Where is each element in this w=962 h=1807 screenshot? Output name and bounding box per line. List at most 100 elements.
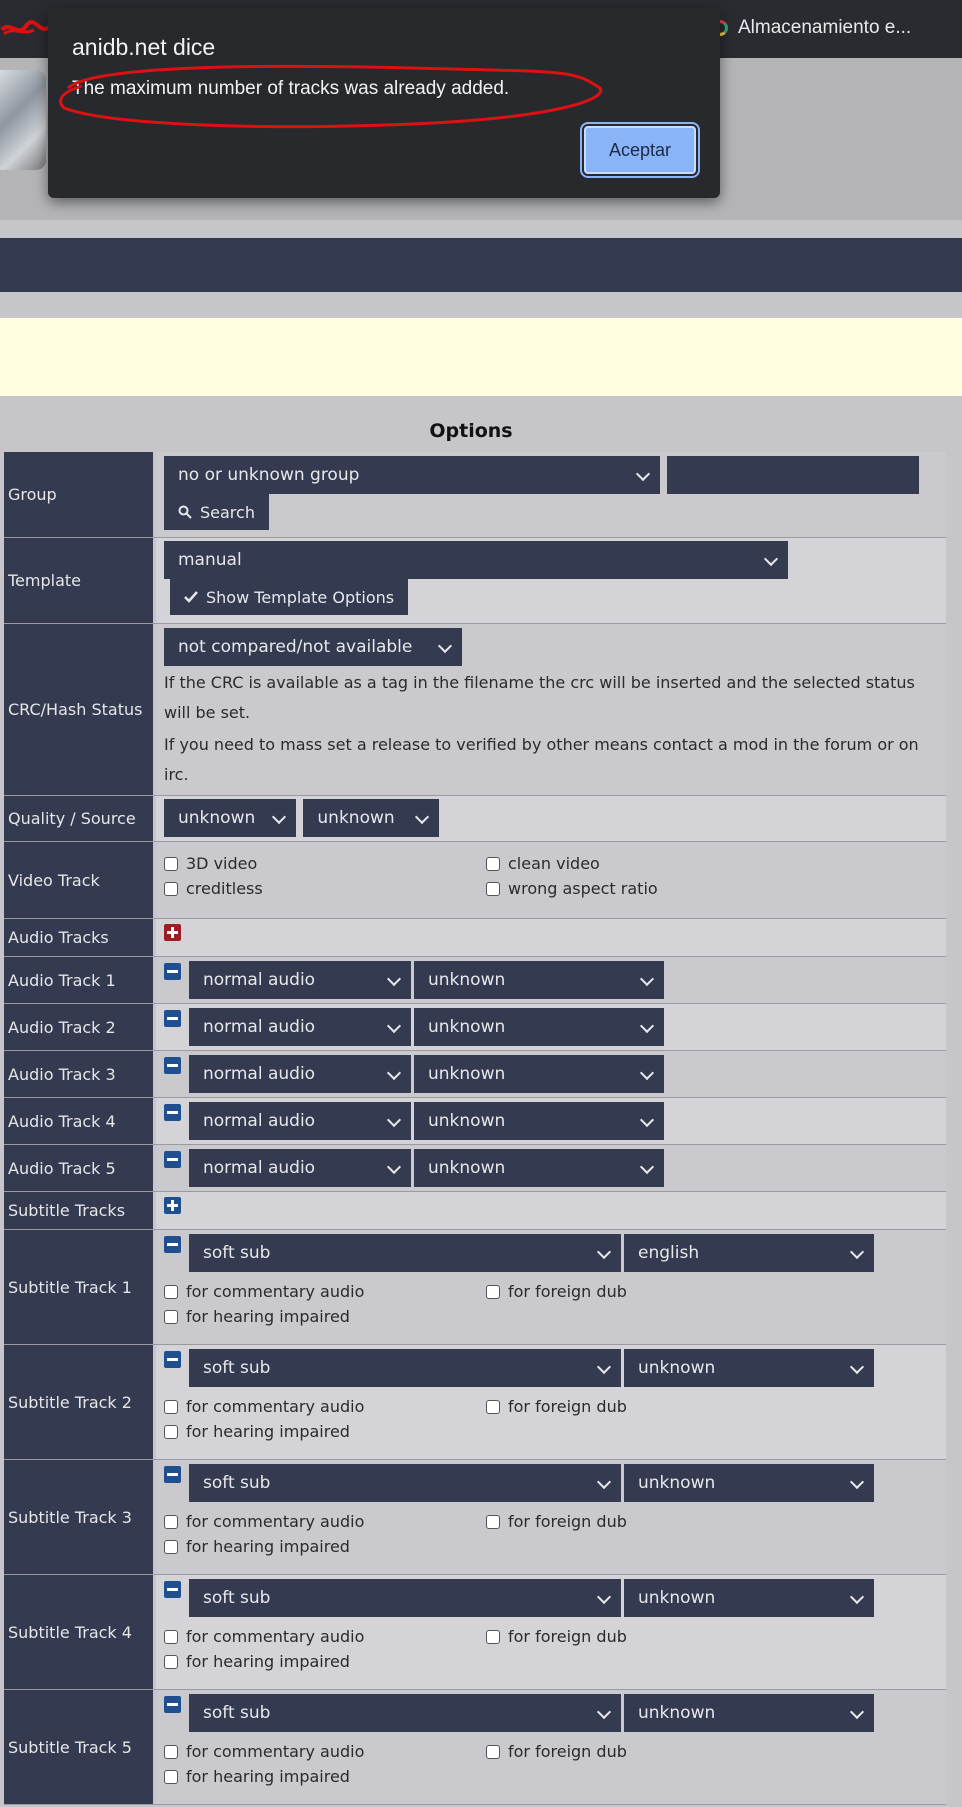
audio-tracks-row: Audio Tracks — [4, 919, 946, 957]
creditless-checkbox[interactable]: creditless — [164, 879, 486, 898]
subtitle-tracks-row: Subtitle Tracks — [4, 1192, 946, 1230]
remove-subtitle-track-icon[interactable] — [164, 1351, 181, 1368]
add-subtitle-track-icon[interactable] — [164, 1197, 181, 1214]
audio-track-label: Audio Track 3 — [4, 1051, 156, 1097]
audio-language-select[interactable]: unknown — [414, 1102, 664, 1140]
group-text-input[interactable] — [667, 456, 920, 494]
group-select[interactable]: no or unknown group — [164, 456, 660, 494]
template-select[interactable]: manual — [164, 541, 788, 579]
video-row: Video Track 3D video clean video creditl… — [4, 842, 946, 919]
hearing-impaired-checkbox[interactable]: for hearing impaired — [164, 1767, 486, 1786]
subtitle-track-row: Subtitle Track 2 soft sub unknown for co… — [4, 1345, 946, 1460]
audio-language-select[interactable]: unknown — [414, 1008, 664, 1046]
notice-box — [0, 318, 962, 396]
subtitle-track-row: Subtitle Track 5 soft sub unknown for co… — [4, 1690, 946, 1805]
remove-audio-track-icon[interactable] — [164, 1104, 181, 1121]
audio-language-select[interactable]: unknown — [414, 1055, 664, 1093]
wrong-aspect-checkbox[interactable]: wrong aspect ratio — [486, 879, 808, 898]
group-row: Group no or unknown group Search — [4, 452, 946, 538]
commentary-audio-checkbox[interactable]: for commentary audio — [164, 1282, 486, 1301]
subtitle-tracks-label: Subtitle Tracks — [4, 1192, 156, 1229]
crc-select[interactable]: not compared/not available — [164, 628, 462, 666]
foreign-dub-checkbox[interactable]: for foreign dub — [486, 1282, 808, 1301]
template-row: Template manual Show Template Options — [4, 538, 946, 624]
subtitle-type-select[interactable]: soft sub — [189, 1349, 621, 1387]
show-template-options-button[interactable]: Show Template Options — [170, 579, 409, 615]
audio-type-select[interactable]: normal audio — [189, 1149, 411, 1187]
subtitle-track-row: Subtitle Track 1 soft sub english for co… — [4, 1230, 946, 1345]
alert-dialog: anidb.net dice The maximum number of tra… — [48, 8, 720, 198]
audio-track-row: Audio Track 3 normal audio unknown — [4, 1051, 946, 1098]
audio-language-select[interactable]: unknown — [414, 961, 664, 999]
quality-label: Quality / Source — [4, 796, 156, 841]
red-highlight-circle — [59, 64, 603, 129]
commentary-audio-checkbox[interactable]: for commentary audio — [164, 1397, 486, 1416]
audio-type-select[interactable]: normal audio — [189, 1055, 411, 1093]
add-audio-track-icon[interactable] — [164, 924, 181, 941]
remove-audio-track-icon[interactable] — [164, 1010, 181, 1027]
avatar[interactable] — [0, 70, 46, 170]
subtitle-track-label: Subtitle Track 2 — [4, 1345, 156, 1459]
check-icon — [184, 591, 198, 603]
remove-subtitle-track-icon[interactable] — [164, 1696, 181, 1713]
remove-subtitle-track-icon[interactable] — [164, 1236, 181, 1253]
subtitle-language-select[interactable]: unknown — [624, 1579, 874, 1617]
subtitle-track-row: Subtitle Track 3 soft sub unknown for co… — [4, 1460, 946, 1575]
navigation-bar — [0, 238, 962, 292]
search-button[interactable]: Search — [164, 494, 269, 530]
subtitle-track-label: Subtitle Track 4 — [4, 1575, 156, 1689]
quality-select[interactable]: unknown — [164, 799, 296, 837]
subtitle-type-select[interactable]: soft sub — [189, 1579, 621, 1617]
commentary-audio-checkbox[interactable]: for commentary audio — [164, 1742, 486, 1761]
hearing-impaired-checkbox[interactable]: for hearing impaired — [164, 1652, 486, 1671]
source-select[interactable]: unknown — [303, 799, 440, 837]
foreign-dub-checkbox[interactable]: for foreign dub — [486, 1397, 808, 1416]
audio-track-label: Audio Track 5 — [4, 1145, 156, 1191]
foreign-dub-checkbox[interactable]: for foreign dub — [486, 1512, 808, 1531]
audio-type-select[interactable]: normal audio — [189, 1008, 411, 1046]
bookmark-label: Almacenamiento e... — [738, 17, 912, 38]
video-label: Video Track — [4, 842, 156, 918]
audio-language-select[interactable]: unknown — [414, 1149, 664, 1187]
show-template-label: Show Template Options — [206, 587, 395, 607]
subtitle-language-select[interactable]: unknown — [624, 1349, 874, 1387]
hearing-impaired-checkbox[interactable]: for hearing impaired — [164, 1307, 486, 1326]
foreign-dub-checkbox[interactable]: for foreign dub — [486, 1742, 808, 1761]
template-label: Template — [4, 538, 156, 623]
audio-type-select[interactable]: normal audio — [189, 961, 411, 999]
remove-audio-track-icon[interactable] — [164, 963, 181, 980]
audio-track-row: Audio Track 5 normal audio unknown — [4, 1145, 946, 1192]
remove-audio-track-icon[interactable] — [164, 1151, 181, 1168]
commentary-audio-checkbox[interactable]: for commentary audio — [164, 1627, 486, 1646]
audio-tracks-label: Audio Tracks — [4, 919, 156, 956]
3d-video-checkbox[interactable]: 3D video — [164, 854, 486, 873]
commentary-audio-checkbox[interactable]: for commentary audio — [164, 1512, 486, 1531]
crc-label: CRC/Hash Status — [4, 624, 156, 795]
remove-subtitle-track-icon[interactable] — [164, 1466, 181, 1483]
hearing-impaired-checkbox[interactable]: for hearing impaired — [164, 1537, 486, 1556]
subtitle-language-select[interactable]: english — [624, 1234, 874, 1272]
audio-track-row: Audio Track 2 normal audio unknown — [4, 1004, 946, 1051]
subtitle-language-select[interactable]: unknown — [624, 1694, 874, 1732]
subtitle-type-select[interactable]: soft sub — [189, 1694, 621, 1732]
clean-video-checkbox[interactable]: clean video — [486, 854, 808, 873]
ok-button[interactable]: Aceptar — [580, 122, 700, 178]
subtitle-language-select[interactable]: unknown — [624, 1464, 874, 1502]
group-label: Group — [4, 452, 156, 537]
bookmark-storage[interactable]: Almacenamiento e... — [712, 17, 911, 39]
audio-type-select[interactable]: normal audio — [189, 1102, 411, 1140]
hearing-impaired-checkbox[interactable]: for hearing impaired — [164, 1422, 486, 1441]
audio-track-row: Audio Track 4 normal audio unknown — [4, 1098, 946, 1145]
subtitle-type-select[interactable]: soft sub — [189, 1464, 621, 1502]
remove-subtitle-track-icon[interactable] — [164, 1581, 181, 1598]
remove-audio-track-icon[interactable] — [164, 1057, 181, 1074]
options-form: Group no or unknown group Search Templat… — [4, 452, 946, 1805]
subtitle-type-select[interactable]: soft sub — [189, 1234, 621, 1272]
audio-track-label: Audio Track 2 — [4, 1004, 156, 1050]
options-title: Options — [429, 420, 513, 442]
search-icon — [178, 505, 192, 519]
subtitle-track-label: Subtitle Track 5 — [4, 1690, 156, 1804]
foreign-dub-checkbox[interactable]: for foreign dub — [486, 1627, 808, 1646]
crc-note-2: If you need to mass set a release to ver… — [164, 735, 919, 784]
subtitle-track-label: Subtitle Track 1 — [4, 1230, 156, 1344]
